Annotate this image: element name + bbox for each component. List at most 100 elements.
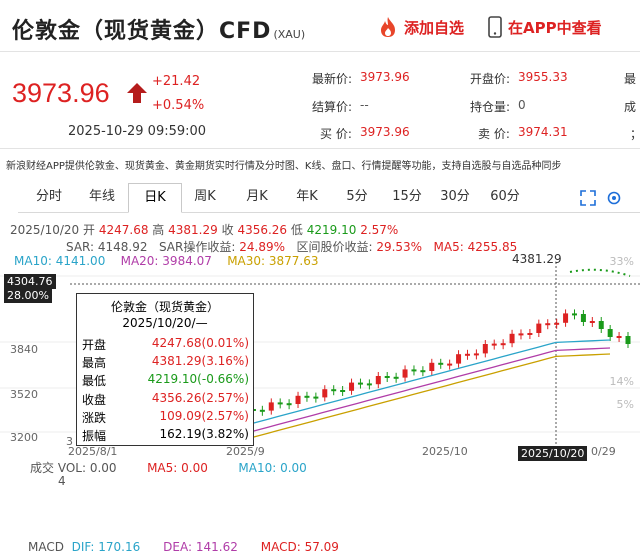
x-cursor-date: 2025/10/20 — [518, 446, 588, 461]
sar-dots — [569, 268, 631, 277]
view-in-app-button[interactable]: 在APP中查看 — [488, 16, 602, 38]
right-label-1: 33% — [609, 255, 634, 268]
quote-datetime: 2025-10-29 09:59:00 — [68, 124, 207, 139]
price-change: +21.42 — [152, 74, 201, 89]
ask-price-value: 3974.31 — [518, 125, 568, 139]
extra-label-3: ； — [630, 125, 640, 142]
bid-price-label: 买 价: — [320, 127, 352, 141]
candle-body — [625, 336, 631, 344]
view-in-app-label: 在APP中查看 — [508, 18, 602, 37]
x-label-sep: 2025/9 — [226, 445, 265, 458]
bid-price-value: 3973.96 — [360, 125, 410, 139]
candle-body — [349, 382, 355, 391]
settle-price-label: 结算价: — [312, 100, 353, 114]
candle-body — [313, 396, 319, 399]
candle-body — [509, 333, 515, 344]
candle-body — [571, 313, 577, 316]
x-label-end: 0/29 — [591, 445, 616, 458]
open-price-value: 3955.33 — [518, 70, 568, 84]
settings-icon[interactable] — [606, 190, 622, 206]
candle-body — [563, 313, 569, 323]
candle-body — [331, 389, 337, 392]
phone-icon — [488, 16, 502, 38]
ask-price-label: 卖 价: — [478, 127, 510, 141]
page-title: 伦敦金（现货黄金）CFD (XAU) — [12, 19, 306, 44]
candle-body — [554, 322, 560, 325]
x-label-oct: 2025/10 — [422, 445, 468, 458]
candle-body — [420, 370, 426, 373]
candle-body — [473, 353, 479, 356]
tab-6[interactable]: 5分 — [338, 183, 376, 213]
candle-body — [384, 376, 390, 378]
candle-body — [589, 321, 595, 323]
tab-7[interactable]: 15分 — [388, 183, 426, 213]
macd-info-row: MACD DIF: 170.16 DEA: 141.62 MACD: 57.09 — [28, 540, 339, 554]
candle-body — [616, 336, 622, 338]
candle-body — [357, 382, 363, 385]
app-notice: 新浪财经APP提供伦敦金、现货黄金、黄金期货实时行情及分时图、K线、盘口、行情提… — [6, 161, 562, 172]
candle-body — [340, 390, 346, 392]
right-label-2: 14% — [609, 375, 634, 388]
candle-body — [402, 369, 408, 378]
candle-body — [268, 402, 274, 411]
add-watchlist-label: 添加自选 — [404, 18, 465, 37]
tab-3[interactable]: 周K — [184, 183, 226, 213]
cursor-pct-badge: 28.00% — [4, 288, 52, 303]
tooltip-key: 最高 — [82, 356, 107, 371]
tooltip-key: 收盘 — [82, 392, 107, 407]
tab-5[interactable]: 年K — [286, 183, 328, 213]
tab-1[interactable]: 年线 — [80, 183, 124, 213]
candle-body — [295, 395, 301, 404]
tab-9[interactable]: 60分 — [486, 183, 524, 213]
latest-price-value: 3973.96 — [360, 70, 410, 84]
arrow-up-icon — [127, 83, 147, 103]
candle-body — [607, 329, 613, 337]
quote-divider — [0, 148, 640, 149]
right-label-3: 5% — [616, 398, 634, 411]
candle-body — [456, 354, 462, 364]
candle-body — [491, 343, 497, 346]
tooltip-key: 最低 — [82, 374, 107, 389]
kline-tooltip: 伦敦金（现货黄金） 2025/10/20/— 开盘 4247.68(0.01%) 最… — [76, 293, 254, 446]
tooltip-value: 162.19(3.82%) — [159, 427, 249, 441]
extra-label-1: 最 — [624, 72, 637, 86]
tooltip-value: 4356.26(2.57%) — [151, 390, 249, 405]
price-change-pct: +0.54% — [152, 98, 205, 113]
kline-info-row: 2025/10/20 开 4247.68 高 4381.29 收 4356.26… — [10, 223, 399, 237]
x-label-hidden: 3 — [66, 435, 73, 448]
latest-price-label: 最新价: — [312, 72, 353, 86]
sar-info-row: SAR: 4148.92 SAR操作收益: 24.89% 区间股价收益: 29.… — [66, 240, 518, 254]
candle-body — [598, 321, 604, 329]
volume-info-row: 成交 VOL: 0.00 MA5: 0.00 MA10: 0.00 — [30, 461, 307, 475]
fire-icon — [381, 17, 395, 37]
current-price: 3973.96 — [12, 78, 110, 108]
open-interest-label: 持仓量: — [470, 100, 511, 114]
candle-body — [429, 362, 435, 371]
tooltip-value: 4381.29(3.16%) — [151, 354, 249, 369]
candle-body — [518, 333, 524, 336]
candle-body — [366, 383, 372, 386]
candle-body — [527, 333, 533, 335]
peak-label: 4381.29 — [512, 252, 562, 266]
volume-scale: 4 — [58, 474, 66, 488]
tab-8[interactable]: 30分 — [436, 183, 474, 213]
tooltip-key: 涨跌 — [82, 410, 107, 425]
tab-4[interactable]: 月K — [236, 183, 278, 213]
expand-icon[interactable] — [580, 190, 596, 206]
tooltip-value: 4219.10(-0.66%) — [147, 372, 249, 387]
candle-body — [393, 376, 399, 379]
candle-body — [304, 395, 310, 398]
extra-label-2: 成 — [624, 100, 637, 114]
tab-0[interactable]: 分时 — [28, 183, 70, 213]
candle-body — [277, 402, 283, 405]
candle-body — [259, 409, 265, 412]
tooltip-key: 开盘 — [82, 338, 107, 352]
add-watchlist-button[interactable]: 添加自选 — [378, 16, 464, 38]
tab-2[interactable]: 日K — [128, 183, 182, 213]
tooltip-title: 伦敦金（现货黄金） — [110, 300, 219, 314]
open-price-label: 开盘价: — [470, 72, 511, 86]
candle-body — [286, 403, 292, 406]
candle-body — [536, 323, 542, 333]
kline-date: 2025/10/20 — [10, 223, 80, 237]
candle-body — [482, 344, 488, 354]
